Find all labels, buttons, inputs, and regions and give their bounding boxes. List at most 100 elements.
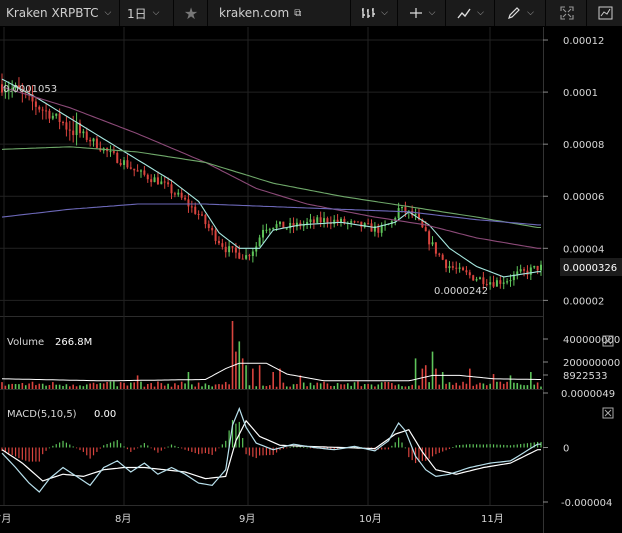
macd-histogram-bar (299, 446, 301, 448)
volume-bar (194, 386, 197, 389)
volume-bar (387, 381, 390, 389)
volume-bar (123, 382, 125, 389)
candle (472, 274, 475, 281)
volume-title: Volume (7, 337, 44, 348)
volume-bar (92, 382, 95, 389)
volume-bar (411, 384, 413, 389)
volume-bar (167, 383, 169, 389)
price-tick-label: 0.00012 (563, 36, 604, 47)
volume-bar (174, 383, 176, 389)
bar-style-button[interactable]: ⌵ (352, 0, 398, 26)
macd-histogram-bar (79, 447, 81, 451)
macd-histogram-bar (65, 442, 68, 448)
volume-bar (384, 381, 386, 389)
macd-histogram-bar (55, 444, 57, 448)
interval-label: 1日 (127, 6, 147, 21)
macd-histogram-bar (25, 447, 27, 461)
macd-histogram-bar (398, 437, 400, 448)
chevron-down-icon: ⌵ (527, 8, 534, 18)
volume-bar (180, 381, 183, 389)
macd-histogram-bar (177, 447, 179, 448)
star-icon[interactable]: ★ (175, 0, 208, 26)
exchange-link[interactable]: kraken.com ⧉ (209, 0, 351, 26)
volume-bar (458, 385, 461, 389)
low-price-label: 0.0000242 (434, 286, 488, 297)
volume-bar (72, 384, 74, 389)
snapshot-button[interactable] (588, 0, 622, 26)
volume-bar (14, 384, 17, 389)
macd-tick-label: -0.000004 (561, 498, 612, 509)
macd-histogram-bar (42, 447, 44, 455)
volume-bar (65, 384, 68, 389)
macd-histogram-bar (153, 447, 156, 451)
macd-histogram-bar (48, 447, 51, 449)
macd-histogram-bar (496, 444, 498, 448)
volume-bar (445, 383, 447, 389)
draw-button[interactable]: ⌵ (496, 0, 546, 26)
macd-tick-label: 0 (563, 444, 569, 455)
macd-histogram-bar (259, 447, 261, 456)
price-tick-label: 0.00006 (563, 192, 604, 203)
macd-histogram-bar (506, 445, 508, 448)
macd-histogram-bar (214, 447, 217, 452)
volume-bar (221, 384, 224, 389)
interval-selector[interactable]: 1日 ⌵ (121, 0, 174, 26)
indicators-button[interactable]: ⌵ (447, 0, 495, 26)
volume-bar (258, 365, 261, 389)
volume-bar (140, 381, 142, 389)
volume-bar (170, 386, 173, 389)
volume-bar (48, 385, 51, 389)
chart-area[interactable]: 0.0001053 0.0000242 0.00012 0.0001 0.00008… (0, 27, 622, 533)
volume-bar (431, 351, 434, 389)
volume-bar (160, 383, 163, 389)
macd-histogram-bar (116, 440, 118, 448)
volume-tick-label: 200000000 (563, 358, 620, 369)
macd-title: MACD(5,10,5) (7, 409, 77, 420)
macd-histogram-bar (255, 447, 257, 459)
volume-bar (530, 372, 532, 389)
macd-histogram-bar (448, 447, 451, 449)
external-link-icon: ⧉ (294, 7, 302, 19)
fullscreen-button[interactable] (547, 0, 587, 26)
macd-histogram-bar (35, 447, 37, 462)
macd-histogram-bar (191, 447, 193, 452)
macd-histogram-bar (75, 447, 78, 449)
volume-bar (275, 386, 278, 389)
macd-histogram-bar (130, 447, 132, 452)
volume-bar (526, 385, 529, 389)
macd-histogram-bar (394, 442, 396, 448)
chart-snapshot-icon (598, 6, 612, 20)
macd-histogram-bar (160, 447, 162, 451)
symbol-selector[interactable]: Kraken XRPBTC ⌵ (0, 0, 120, 26)
volume-bar (52, 382, 54, 389)
volume-bar (289, 386, 291, 389)
volume-bar (448, 382, 451, 389)
macd-histogram-bar (272, 447, 274, 455)
macd-histogram-bar (425, 447, 427, 461)
macd-histogram-bar (469, 444, 471, 448)
volume-bar (207, 385, 210, 389)
macd-histogram-bar (431, 447, 434, 457)
macd-histogram-bar (289, 446, 291, 448)
volume-bar (326, 383, 329, 389)
volume-bar (153, 386, 156, 389)
volume-bar (113, 381, 115, 389)
volume-bar (502, 383, 505, 389)
volume-bar (330, 385, 332, 389)
volume-bar (197, 382, 200, 389)
volume-bar (157, 381, 159, 389)
volume-bar (540, 386, 542, 389)
macd-histogram-bar (211, 447, 213, 455)
volume-bar (302, 382, 305, 389)
crosshair-button[interactable]: ⌵ (399, 0, 446, 26)
volume-bar (187, 372, 190, 389)
macd-histogram-bar (303, 447, 305, 448)
volume-bar (533, 384, 536, 389)
candle (116, 151, 119, 164)
macd-histogram-bar (198, 447, 200, 455)
macd-histogram-bar (92, 447, 95, 456)
volume-bar (35, 385, 37, 389)
volume-bar (4, 385, 7, 389)
volume-bar (262, 385, 264, 389)
volume-bar (201, 386, 203, 389)
